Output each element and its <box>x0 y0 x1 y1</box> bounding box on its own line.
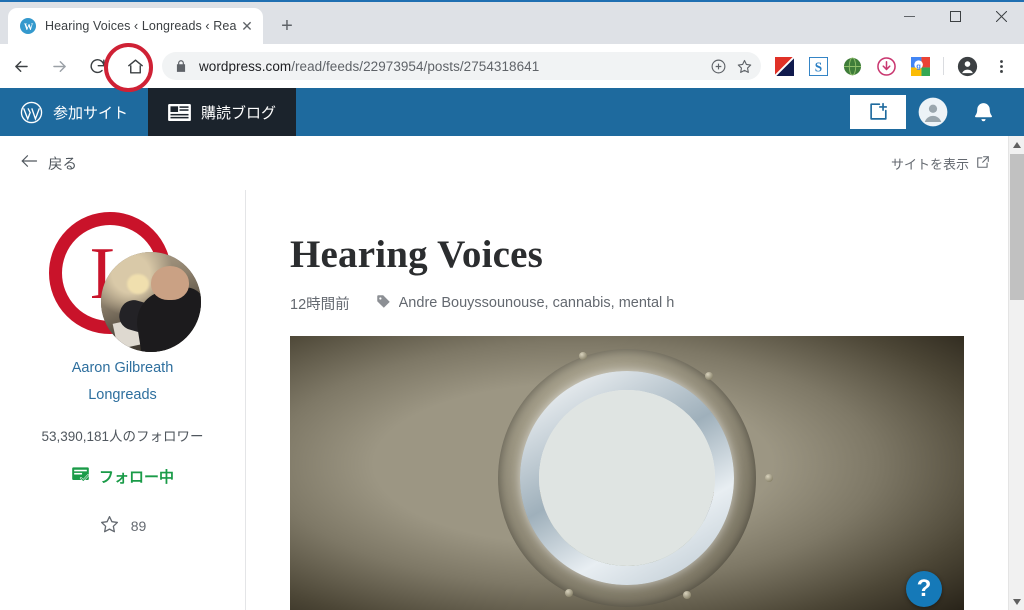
site-sidebar: L Aaron Gilbreath Longreads 53,390,181人の… <box>0 190 246 610</box>
window-minimize-button[interactable] <box>886 0 932 32</box>
pink-download-extension-icon[interactable] <box>872 52 900 80</box>
post-title: Hearing Voices <box>290 233 544 276</box>
admin-bar-nav: 参加サイト 購読ブログ <box>0 88 297 136</box>
share-circle-icon[interactable] <box>705 53 731 79</box>
external-link-icon <box>976 155 990 172</box>
content-columns: L Aaron Gilbreath Longreads 53,390,181人の… <box>0 190 1008 610</box>
green-globe-extension-icon[interactable] <box>838 52 866 80</box>
featured-image[interactable]: ? <box>290 335 964 610</box>
following-check-icon <box>71 465 90 488</box>
extensions-strip: S g <box>767 52 1018 80</box>
tag-icon <box>376 294 391 313</box>
author-avatar-photo <box>100 252 201 352</box>
notifications-bell-button[interactable] <box>960 89 1006 135</box>
url-text: wordpress.com/read/feeds/22973954/posts/… <box>199 59 705 74</box>
profile-avatar-icon[interactable] <box>953 52 981 80</box>
back-link-label: 戻る <box>48 156 77 173</box>
site-logo-group: L <box>39 212 207 352</box>
site-author-link[interactable]: Aaron Gilbreath <box>72 360 174 376</box>
porthole-bolt <box>683 590 691 599</box>
page-scrollbar[interactable] <box>1008 136 1024 610</box>
post-tags-text: Andre Bouyssounouse, cannabis, mental h <box>398 295 675 312</box>
window-top-accent <box>0 0 1024 2</box>
browser-window: W Hearing Voices ‹ Longreads ‹ Rea ✕ + w… <box>0 0 1024 610</box>
arrow-left-icon <box>20 153 38 173</box>
avatar-lamp-highlight <box>126 274 149 294</box>
porthole-bolt <box>705 371 713 380</box>
svg-text:S: S <box>814 59 821 74</box>
following-label: フォロー中 <box>98 469 174 486</box>
google-colors-extension-icon[interactable]: g <box>906 52 934 80</box>
browser-tab[interactable]: W Hearing Voices ‹ Longreads ‹ Rea ✕ <box>8 8 263 44</box>
browser-toolbar: wordpress.com/read/feeds/22973954/posts/… <box>0 44 1024 88</box>
admin-bar-actions <box>850 88 1024 136</box>
article-column: Hearing Voices 12時間前 Andre Bouyssounouse… <box>246 190 1008 610</box>
like-count-row[interactable]: 89 <box>99 514 147 538</box>
wordpress-admin-bar: 参加サイト 購読ブログ <box>0 88 1024 136</box>
wordpress-favicon-icon: W <box>20 18 36 34</box>
followers-count: 53,390,181人のフォロワー <box>41 429 204 444</box>
blue-s-extension-icon[interactable]: S <box>804 52 832 80</box>
star-outline-icon <box>99 514 120 538</box>
view-site-link[interactable]: サイトを表示 <box>891 154 990 173</box>
svg-text:W: W <box>23 22 33 32</box>
window-controls <box>886 0 1024 32</box>
tab-close-icon[interactable]: ✕ <box>237 16 257 36</box>
url-path: /read/feeds/22973954/posts/2754318641 <box>291 58 540 74</box>
window-close-button[interactable] <box>978 0 1024 32</box>
reload-button[interactable] <box>81 50 113 82</box>
tab-strip: W Hearing Voices ‹ Longreads ‹ Rea ✕ + <box>0 0 886 44</box>
admin-bar-item-reader[interactable]: 購読ブログ <box>148 88 297 136</box>
back-button[interactable] <box>5 50 37 82</box>
porthole-bolt <box>579 351 587 360</box>
porthole-bolt <box>565 588 573 597</box>
post-tags: Andre Bouyssounouse, cannabis, mental h <box>376 294 675 313</box>
lock-icon <box>174 59 188 73</box>
wordpress-logo-icon <box>20 101 43 124</box>
svg-text:g: g <box>916 61 921 70</box>
view-site-label: サイトを表示 <box>890 156 969 172</box>
back-link[interactable]: 戻る <box>20 153 77 174</box>
admin-bar-item-label: 参加サイト <box>53 104 129 122</box>
new-post-button[interactable] <box>850 95 906 129</box>
new-tab-button[interactable]: + <box>273 12 301 40</box>
avatar-head <box>150 266 189 300</box>
red-navy-triangle-extension-icon[interactable] <box>770 52 798 80</box>
home-button[interactable] <box>119 50 151 82</box>
admin-bar-item-label: 購読ブログ <box>201 104 277 122</box>
tab-title: Hearing Voices ‹ Longreads ‹ Rea <box>45 19 237 33</box>
scroll-down-arrow-icon[interactable] <box>1009 593 1024 610</box>
forward-button[interactable] <box>43 50 75 82</box>
three-dot-menu-icon[interactable] <box>987 52 1015 80</box>
url-domain: wordpress.com <box>199 58 292 74</box>
help-button[interactable]: ? <box>906 570 942 607</box>
window-maximize-button[interactable] <box>932 0 978 32</box>
bookmark-star-icon[interactable] <box>731 53 757 79</box>
toolbar-separator <box>943 57 944 75</box>
porthole-glare <box>539 390 715 567</box>
site-name-link[interactable]: Longreads <box>88 387 157 403</box>
account-avatar-button[interactable] <box>910 89 956 135</box>
page-header: 戻る サイトを表示 <box>0 136 1008 190</box>
post-timestamp: 12時間前 <box>290 296 350 313</box>
like-count: 89 <box>130 518 147 534</box>
post-meta: 12時間前 Andre Bouyssounouse, cannabis, men… <box>290 293 964 314</box>
address-bar[interactable]: wordpress.com/read/feeds/22973954/posts/… <box>162 52 761 80</box>
scrollbar-thumb[interactable] <box>1010 154 1024 300</box>
admin-bar-item-my-sites[interactable]: 参加サイト <box>0 88 148 136</box>
following-button[interactable]: フォロー中 <box>71 465 174 488</box>
scroll-up-arrow-icon[interactable] <box>1009 136 1024 153</box>
reader-newspaper-icon <box>168 103 191 122</box>
title-bar: W Hearing Voices ‹ Longreads ‹ Rea ✕ + <box>0 0 1024 44</box>
page-content: 戻る サイトを表示 L <box>0 136 1008 610</box>
